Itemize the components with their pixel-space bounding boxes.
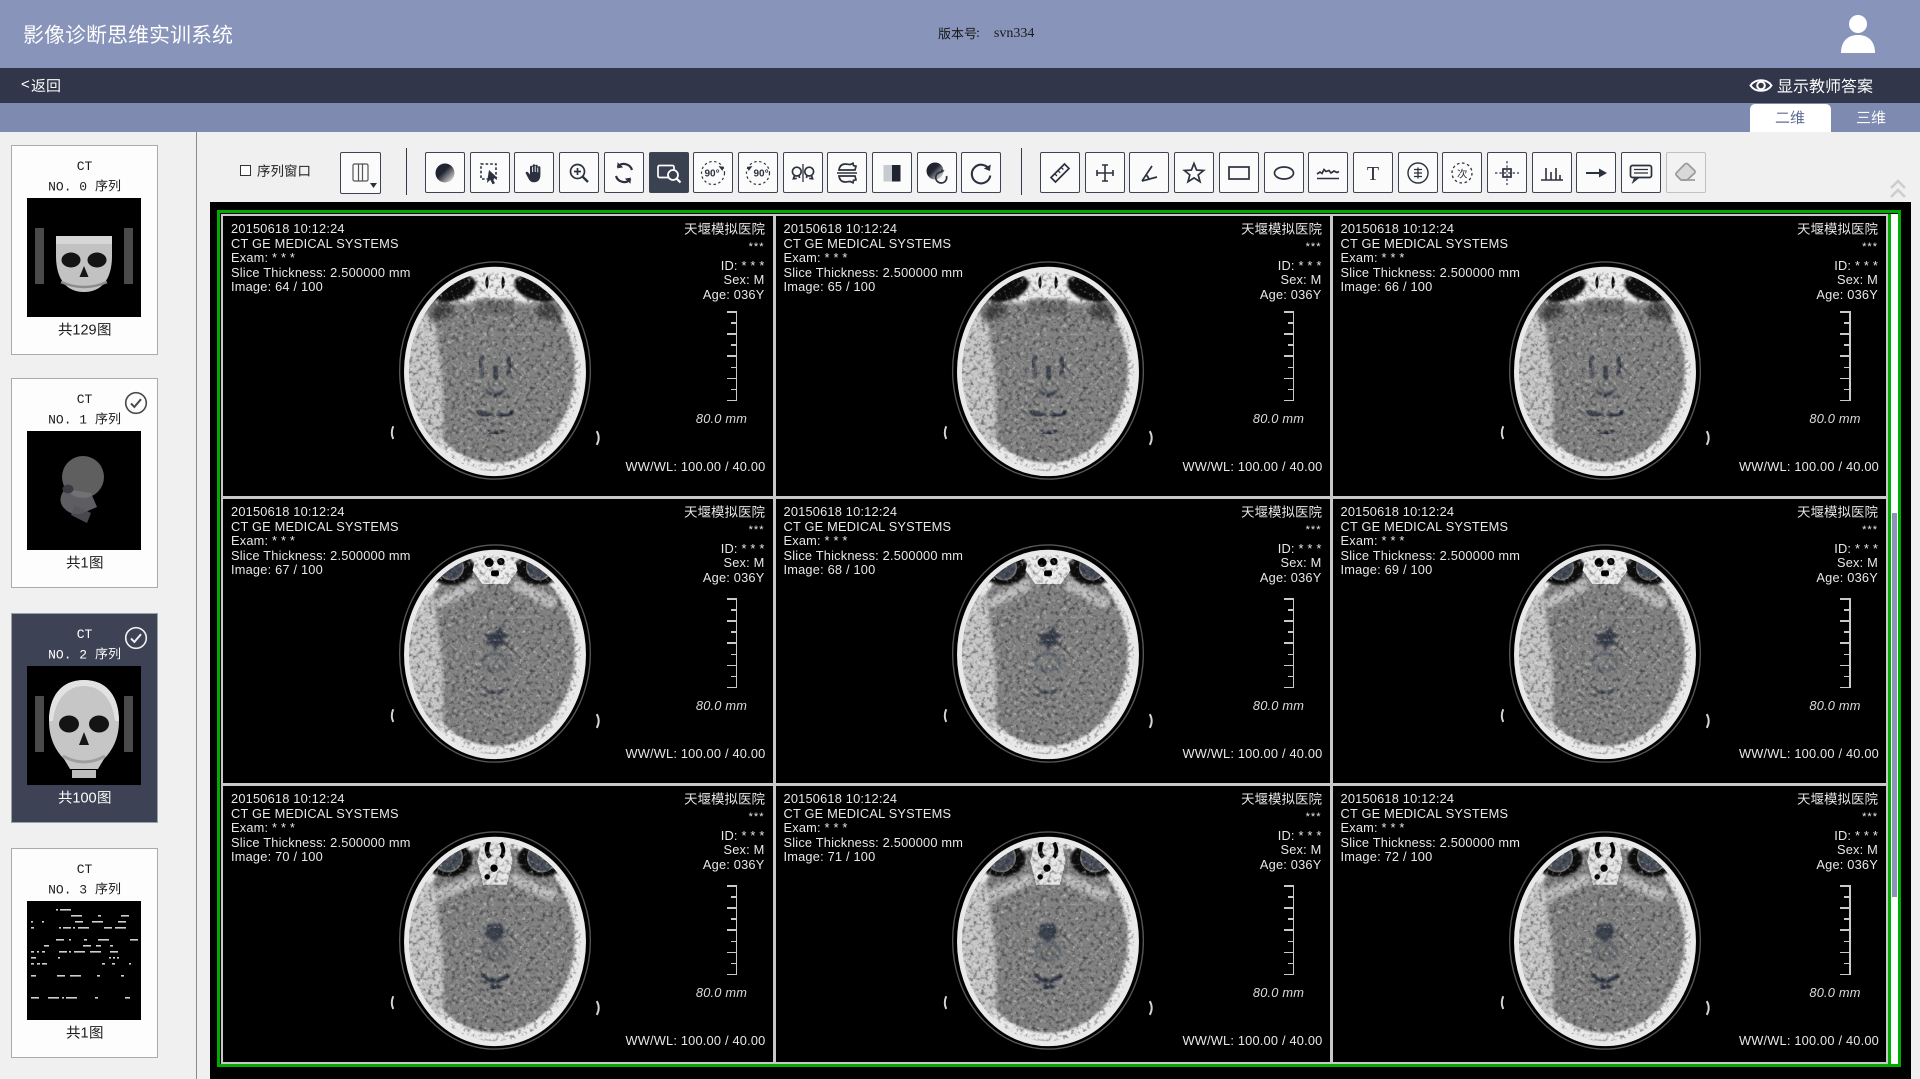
svg-text:90°: 90° — [753, 168, 768, 179]
svg-text:90°: 90° — [705, 168, 720, 179]
svg-text:T: T — [1367, 163, 1379, 185]
